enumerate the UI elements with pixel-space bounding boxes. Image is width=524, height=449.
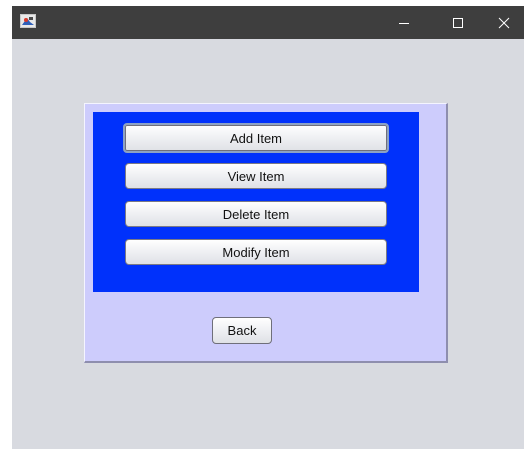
view-item-button[interactable]: View Item (125, 163, 387, 189)
delete-item-label: Delete Item (222, 206, 290, 222)
back-button[interactable]: Back (212, 317, 272, 344)
title-bar[interactable] (12, 6, 524, 39)
view-item-label: View Item (227, 168, 285, 184)
maximize-button[interactable] (438, 6, 478, 39)
java-app-icon[interactable] (20, 14, 36, 28)
add-item-label: Add Item (229, 130, 283, 146)
close-icon (498, 17, 510, 28)
maximize-icon (453, 17, 463, 28)
modify-item-label: Modify Item (222, 244, 290, 260)
window-content: Add Item View Item Delete Item Modify It… (12, 39, 524, 449)
minimize-button[interactable] (384, 6, 424, 39)
minimize-icon (399, 22, 409, 24)
add-item-button[interactable]: Add Item (123, 123, 389, 153)
menu-buttons-panel: Add Item View Item Delete Item Modify It… (93, 112, 419, 292)
delete-item-button[interactable]: Delete Item (125, 201, 387, 227)
close-button[interactable] (484, 6, 524, 39)
menu-panel: Add Item View Item Delete Item Modify It… (84, 103, 448, 363)
back-label: Back (227, 323, 257, 338)
modify-item-button[interactable]: Modify Item (125, 239, 387, 265)
app-window: Add Item View Item Delete Item Modify It… (12, 6, 524, 449)
